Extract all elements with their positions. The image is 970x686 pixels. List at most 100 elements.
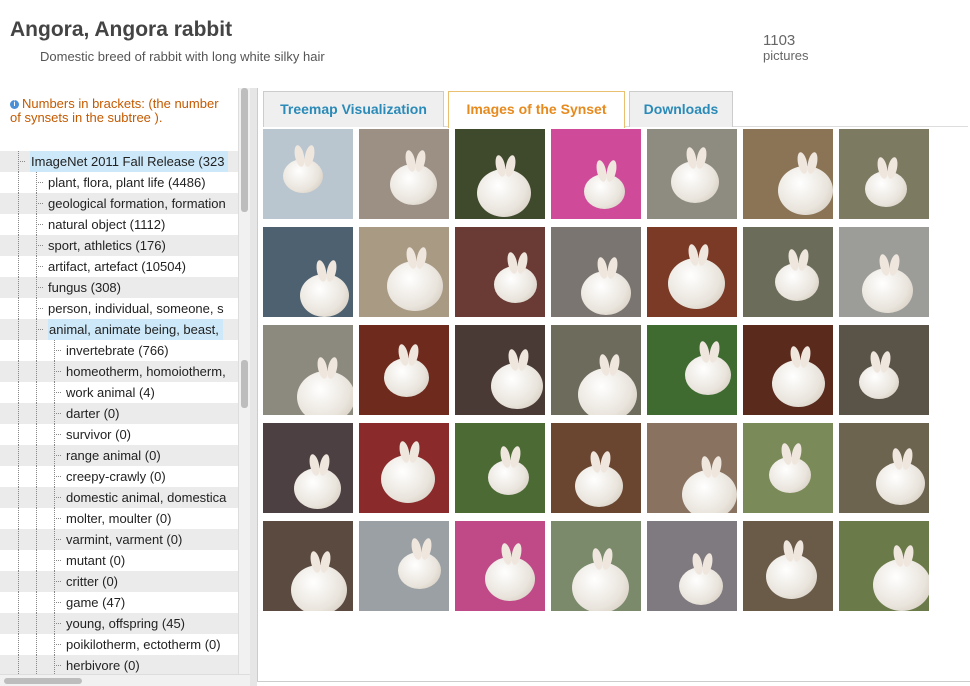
synset-image-thumbnail[interactable] [743, 129, 833, 219]
tree-expander-icon[interactable] [50, 445, 66, 466]
tree-item-label[interactable]: ImageNet 2011 Fall Release (323 [30, 151, 229, 172]
synset-image-thumbnail[interactable] [359, 521, 449, 611]
synset-image-thumbnail[interactable] [263, 129, 353, 219]
scrollbar-thumb[interactable] [241, 88, 248, 212]
tree-expander-icon[interactable] [32, 235, 48, 256]
tree-expander-icon[interactable] [50, 634, 66, 655]
tree-item-label[interactable]: person, individual, someone, s [48, 298, 224, 319]
tree-item[interactable]: work animal (4) [0, 382, 238, 403]
tree-expander-icon[interactable] [50, 340, 66, 361]
tree-item[interactable]: poikilotherm, ectotherm (0) [0, 634, 238, 655]
tree-item-label[interactable]: young, offspring (45) [66, 613, 185, 634]
tree-expander-icon[interactable] [32, 256, 48, 277]
tree-item-label[interactable]: darter (0) [66, 403, 119, 424]
synset-image-thumbnail[interactable] [839, 129, 929, 219]
tree-item[interactable]: fungus (308) [0, 277, 238, 298]
synset-image-thumbnail[interactable] [263, 521, 353, 611]
tree-item-label[interactable]: work animal (4) [66, 382, 155, 403]
tree-item-label[interactable]: creepy-crawly (0) [66, 466, 166, 487]
synset-image-thumbnail[interactable] [647, 325, 737, 415]
synset-image-thumbnail[interactable] [263, 227, 353, 317]
tree-expander-icon[interactable] [50, 550, 66, 571]
synset-image-thumbnail[interactable] [455, 227, 545, 317]
tree-item[interactable]: domestic animal, domestica [0, 487, 238, 508]
tree-item[interactable]: molter, moulter (0) [0, 508, 238, 529]
tree-horizontal-scrollbar[interactable] [0, 674, 250, 686]
tree-expander-icon[interactable] [14, 151, 30, 172]
tree-item-label[interactable]: geological formation, formation [48, 193, 226, 214]
synset-image-thumbnail[interactable] [359, 423, 449, 513]
synset-image-thumbnail[interactable] [455, 423, 545, 513]
tree-expander-icon[interactable] [50, 613, 66, 634]
tree-expander-icon[interactable] [50, 571, 66, 592]
tree-item-label[interactable]: natural object (1112) [48, 214, 165, 235]
tab-images-of-the-synset[interactable]: Images of the Synset [448, 91, 625, 128]
tree-item[interactable]: darter (0) [0, 403, 238, 424]
tree-expander-icon[interactable] [32, 193, 48, 214]
synset-image-thumbnail[interactable] [839, 521, 929, 611]
synset-image-thumbnail[interactable] [743, 423, 833, 513]
synset-image-thumbnail[interactable] [359, 325, 449, 415]
tree-item-label[interactable]: sport, athletics (176) [48, 235, 166, 256]
scrollbar-grip[interactable] [241, 360, 248, 408]
tree-item[interactable]: sport, athletics (176) [0, 235, 238, 256]
tree-item-label[interactable]: critter (0) [66, 571, 118, 592]
synset-image-thumbnail[interactable] [551, 325, 641, 415]
tree-item[interactable]: homeotherm, homoiotherm, [0, 361, 238, 382]
synset-image-thumbnail[interactable] [743, 521, 833, 611]
tree-item[interactable]: critter (0) [0, 571, 238, 592]
tree-expander-icon[interactable] [50, 508, 66, 529]
tree-item-label[interactable]: survivor (0) [66, 424, 131, 445]
synset-image-thumbnail[interactable] [743, 227, 833, 317]
tab-downloads[interactable]: Downloads [629, 91, 733, 127]
tree-expander-icon[interactable] [50, 424, 66, 445]
tree-expander-icon[interactable] [32, 319, 48, 340]
tree-expander-icon[interactable] [32, 214, 48, 235]
tree-item[interactable]: survivor (0) [0, 424, 238, 445]
tree-expander-icon[interactable] [32, 172, 48, 193]
tree-item-label[interactable]: fungus (308) [48, 277, 121, 298]
synset-image-thumbnail[interactable] [359, 129, 449, 219]
tree-expander-icon[interactable] [50, 382, 66, 403]
tree-item-label[interactable]: poikilotherm, ectotherm (0) [66, 634, 221, 655]
synset-image-thumbnail[interactable] [551, 521, 641, 611]
synset-image-thumbnail[interactable] [551, 423, 641, 513]
tree-item-label[interactable]: plant, flora, plant life (4486) [48, 172, 206, 193]
panel-splitter[interactable] [250, 88, 257, 686]
synset-image-thumbnail[interactable] [647, 423, 737, 513]
tree-item[interactable]: range animal (0) [0, 445, 238, 466]
synset-image-thumbnail[interactable] [455, 129, 545, 219]
tree-expander-icon[interactable] [50, 592, 66, 613]
synset-image-thumbnail[interactable] [647, 227, 737, 317]
synset-image-thumbnail[interactable] [647, 129, 737, 219]
synset-image-thumbnail[interactable] [551, 227, 641, 317]
synset-image-thumbnail[interactable] [551, 129, 641, 219]
synset-image-thumbnail[interactable] [263, 423, 353, 513]
tree-item-label[interactable]: varmint, varment (0) [66, 529, 182, 550]
synset-image-thumbnail[interactable] [263, 325, 353, 415]
tree-item[interactable]: herbivore (0) [0, 655, 238, 676]
synset-image-thumbnail[interactable] [455, 325, 545, 415]
tree-item-label[interactable]: game (47) [66, 592, 125, 613]
tree-item[interactable]: natural object (1112) [0, 214, 238, 235]
tree-item[interactable]: ImageNet 2011 Fall Release (323 [0, 151, 238, 172]
tree-expander-icon[interactable] [50, 487, 66, 508]
tree-expander-icon[interactable] [50, 403, 66, 424]
tree-item-label[interactable]: mutant (0) [66, 550, 125, 571]
tree-expander-icon[interactable] [50, 655, 66, 676]
synset-image-thumbnail[interactable] [839, 227, 929, 317]
tree-item[interactable]: geological formation, formation [0, 193, 238, 214]
tree-item[interactable]: creepy-crawly (0) [0, 466, 238, 487]
synset-image-thumbnail[interactable] [647, 521, 737, 611]
tree-expander-icon[interactable] [32, 277, 48, 298]
synset-image-thumbnail[interactable] [743, 325, 833, 415]
tree-expander-icon[interactable] [32, 298, 48, 319]
tree-item[interactable]: varmint, varment (0) [0, 529, 238, 550]
tree-item-label[interactable]: herbivore (0) [66, 655, 140, 676]
tree-item[interactable]: person, individual, someone, s [0, 298, 238, 319]
tree-expander-icon[interactable] [50, 466, 66, 487]
tree-item[interactable]: mutant (0) [0, 550, 238, 571]
tree-item[interactable]: young, offspring (45) [0, 613, 238, 634]
tree-item-label[interactable]: invertebrate (766) [66, 340, 169, 361]
tree-item-label[interactable]: artifact, artefact (10504) [48, 256, 186, 277]
